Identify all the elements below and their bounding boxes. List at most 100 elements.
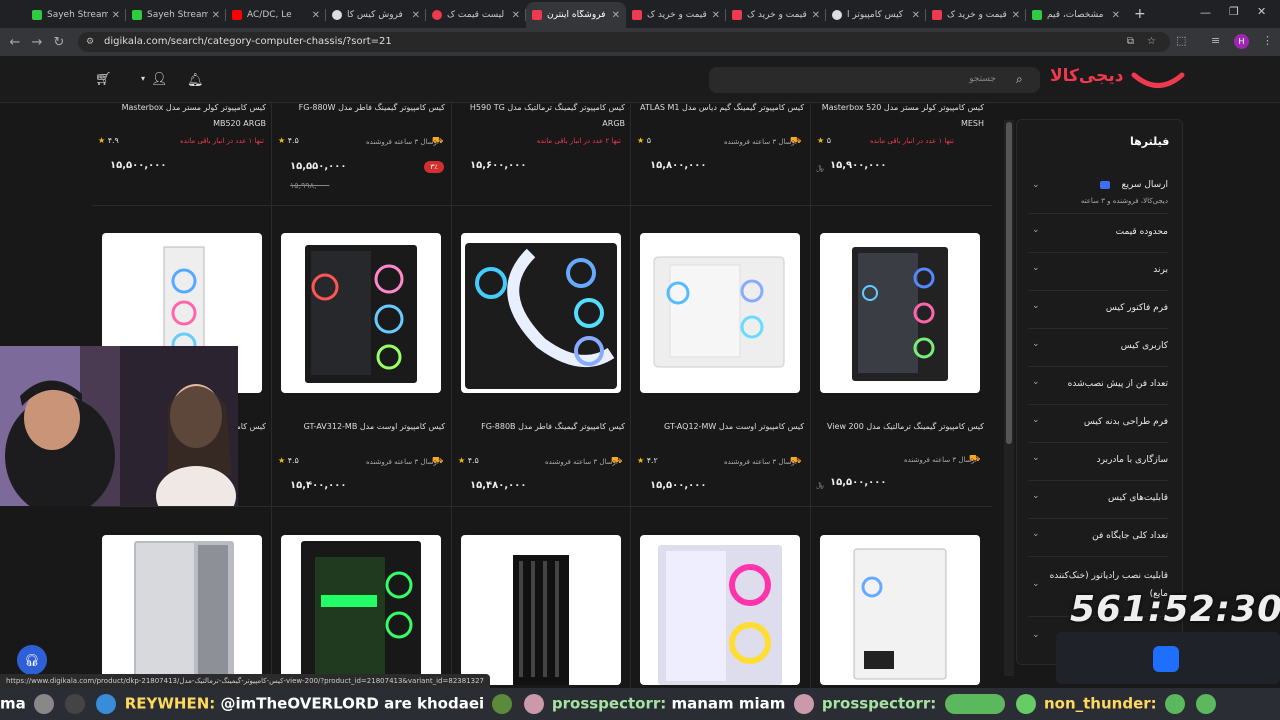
shipping-info: ارسال ۳ ساعته فروشنده	[904, 456, 977, 464]
chevron-down-icon: ⌄	[1032, 579, 1040, 589]
tab-8[interactable]: کیس کامپیوتر ا ✕	[826, 2, 926, 28]
rating: ★ ۴.۵	[458, 456, 479, 465]
filter-body-design[interactable]: فرم طراحی بدنه کیس ⌄	[1028, 405, 1168, 443]
tab-10[interactable]: مشخصات، قیم ✕	[1026, 2, 1126, 28]
tab-favicon-icon	[32, 10, 42, 20]
maximize-button[interactable]: ❐	[1229, 5, 1239, 18]
window-close-button[interactable]: ✕	[1257, 5, 1266, 18]
tab-title: قیمت و خرید ک	[647, 10, 707, 20]
product-title[interactable]: کیس کامپیوتر اوست مدل GT-AQ12-MW	[638, 419, 804, 435]
tab-6[interactable]: قیمت و خرید ک ✕	[626, 2, 726, 28]
close-icon[interactable]: ✕	[1012, 10, 1020, 21]
product-image[interactable]	[820, 535, 980, 685]
close-icon[interactable]: ✕	[412, 10, 420, 21]
close-icon[interactable]: ✕	[612, 10, 620, 21]
menu-icon[interactable]: ⋮	[1262, 34, 1273, 47]
product-image[interactable]	[281, 535, 441, 685]
filter-fan-slots[interactable]: تعداد کلی جایگاه فن ⌄	[1028, 519, 1168, 557]
tab-favicon-icon	[1032, 10, 1042, 20]
product-image[interactable]	[281, 233, 441, 393]
google-icon	[832, 10, 842, 20]
star-icon: ★	[98, 136, 106, 145]
rating: ★ ۴.۵	[278, 456, 299, 465]
emote-icon	[34, 694, 54, 714]
product-image[interactable]	[461, 535, 621, 685]
chat-ticker: ma REYWHEN: @imTheOVERLORD are khodaei p…	[0, 688, 1280, 720]
product-title[interactable]: کیس کامپیوتر کولر مستر مدل Masterbox 520…	[818, 100, 984, 132]
close-icon[interactable]: ✕	[112, 10, 120, 21]
product-title[interactable]: کیس کامپیوتر گیمینگ فاطر مدل FG-880W	[279, 100, 445, 116]
case-image	[853, 548, 947, 680]
product-title[interactable]: کیس کامپیوتر اوست مدل GT-AV312-MB	[279, 419, 445, 435]
tab-4[interactable]: لیست قیمت ک ✕	[426, 2, 526, 28]
product-title[interactable]: کیس کامپیوتر گیمینگ ترمالتیک مدل View 20…	[818, 419, 984, 435]
rating: ★ ۴.۵	[278, 136, 299, 145]
product-image[interactable]	[461, 233, 621, 393]
product-title[interactable]: کیس کامپیوتر گیمینگ گیم دیاس مدل ATLAS M…	[638, 100, 804, 116]
extensions-icon[interactable]: ⬚	[1176, 34, 1186, 47]
case-image	[852, 247, 948, 381]
filter-brand[interactable]: برند ⌄	[1028, 253, 1168, 291]
install-icon[interactable]: ⧉	[1127, 32, 1134, 52]
product-title[interactable]: کیس کامپیوتر گیمینگ فاطر مدل FG-880B	[459, 419, 625, 435]
rating: ★ ۵	[637, 136, 652, 145]
search-input[interactable]: جستجو	[709, 67, 1040, 93]
reload-button[interactable]: ↻	[48, 35, 70, 50]
support-headset-icon[interactable]: 🎧︎	[17, 645, 47, 675]
filter-motherboard[interactable]: سازگاری با مادربرد ⌄	[1028, 443, 1168, 481]
product-title[interactable]: کیس کامپیوتر کولر مستر مدل Masterbox MB5…	[100, 100, 266, 132]
minimize-button[interactable]: —	[1200, 6, 1211, 19]
emote-icon	[1164, 694, 1185, 714]
scrollbar-thumb[interactable]	[1006, 122, 1012, 444]
tab-7[interactable]: قیمت و خرید ک ✕	[726, 2, 826, 28]
chevron-down-icon: ⌄	[1032, 453, 1040, 463]
bookmark-star-icon[interactable]: ☆	[1147, 32, 1156, 52]
tab-3[interactable]: فروش کیس کا ✕	[326, 2, 426, 28]
filter-fast-shipping[interactable]: ارسال سریع دیجی‌کالا، فروشنده و ۳ ساعته …	[1028, 172, 1168, 214]
tab-title: مشخصات، قیم	[1047, 10, 1104, 20]
shopping-bag-icon	[1153, 646, 1179, 672]
cart-icon[interactable]: 🛒︎	[95, 72, 112, 87]
close-icon[interactable]: ✕	[512, 10, 520, 21]
close-icon[interactable]: ✕	[712, 10, 720, 21]
user-icon[interactable]: 👤︎	[151, 72, 168, 87]
chevron-down-icon[interactable]: ▾	[141, 74, 145, 83]
filter-preinstalled-fans[interactable]: تعداد فن از پیش نصب‌شده ⌄	[1028, 367, 1168, 405]
tab-favicon-icon	[132, 10, 142, 20]
shipping-info: ارسال ۳ ساعته فروشنده	[366, 458, 439, 466]
product-image[interactable]	[820, 233, 980, 393]
tab-0[interactable]: Sayeh Stream ✕	[26, 2, 126, 28]
profile-avatar[interactable]: H	[1234, 34, 1249, 49]
close-icon[interactable]: ✕	[212, 10, 220, 21]
close-icon[interactable]: ✕	[1112, 10, 1120, 21]
product-title[interactable]: کیس کامپیوتر گیمینگ ترمالتیک مدل H590 TG…	[459, 100, 625, 132]
search-icon[interactable]: ⌕	[1016, 72, 1023, 87]
close-icon[interactable]: ✕	[912, 10, 920, 21]
filter-features[interactable]: قابلیت‌های کیس ⌄	[1028, 481, 1168, 519]
tab-2[interactable]: AC/DC, Le ✕	[226, 2, 326, 28]
product-image[interactable]	[640, 233, 800, 393]
back-button[interactable]: ←	[4, 35, 26, 50]
address-bar[interactable]: ⚙ digikala.com/search/category-computer-…	[78, 32, 1170, 52]
tab-9[interactable]: قیمت و خرید ک ✕	[926, 2, 1026, 28]
price: ۱۵,۸۰۰,۰۰۰	[650, 160, 707, 171]
emote-icon	[65, 694, 86, 714]
new-tab-button[interactable]: +	[1134, 6, 1146, 22]
site-info-icon[interactable]: ⚙	[86, 32, 94, 52]
reading-list-icon[interactable]: ≡	[1211, 34, 1220, 47]
tab-5[interactable]: فروشگاه اینترن ✕	[526, 2, 626, 28]
filter-price-range[interactable]: محدوده قیمت ⌄	[1028, 215, 1168, 253]
product-image[interactable]	[640, 535, 800, 685]
close-icon[interactable]: ✕	[312, 10, 320, 21]
emote-icon	[944, 694, 1005, 714]
bell-icon[interactable]: 🔔︎	[187, 73, 204, 88]
tab-1[interactable]: Sayeh Stream ✕	[126, 2, 226, 28]
site-logo[interactable]: دیجی‌کالا	[1050, 66, 1124, 86]
filter-usage[interactable]: کاربری کیس ⌄	[1028, 329, 1168, 367]
filter-form-factor[interactable]: فرم فاکتور کیس ⌄	[1028, 291, 1168, 329]
forward-button[interactable]: →	[26, 35, 48, 50]
product-image[interactable]	[102, 535, 262, 685]
emote-icon	[1196, 694, 1217, 714]
shipping-info: ارسال ۳ ساعته فروشنده	[366, 138, 439, 146]
close-icon[interactable]: ✕	[812, 10, 820, 21]
